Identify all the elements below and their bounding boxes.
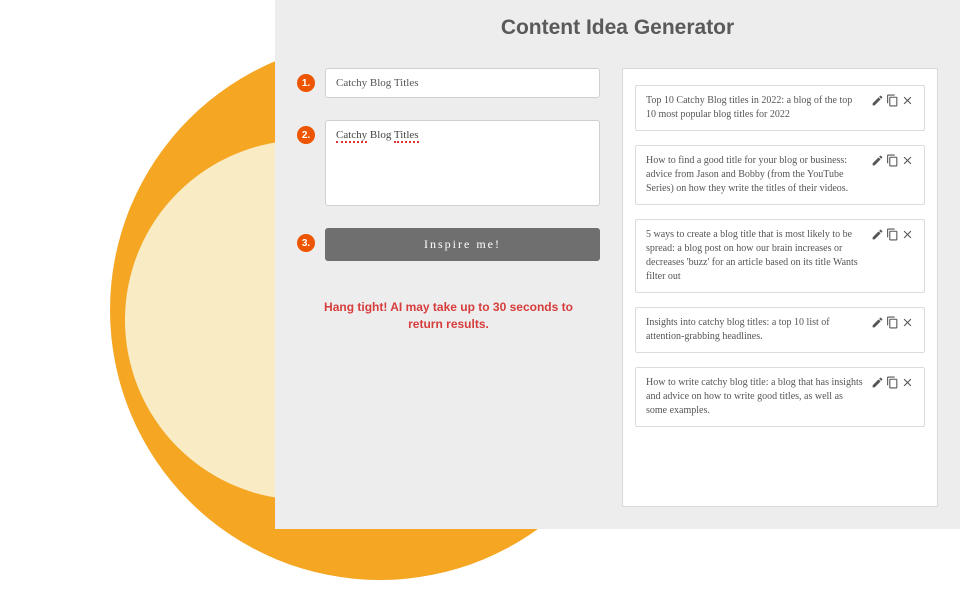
step-1-badge: 1. <box>297 74 315 92</box>
copy-icon[interactable] <box>886 376 899 389</box>
status-message: Hang tight! AI may take up to 30 seconds… <box>297 299 600 334</box>
step-3-badge: 3. <box>297 234 315 252</box>
results-column: Top 10 Catchy Blog titles in 2022: a blo… <box>622 68 938 507</box>
close-icon[interactable] <box>901 316 914 329</box>
step-3: 3. Inspire me! <box>297 228 600 261</box>
page-title: Content Idea Generator <box>297 16 938 40</box>
description-textarea[interactable]: Catchy Blog Titles <box>325 120 600 206</box>
edit-icon[interactable] <box>871 376 884 389</box>
textarea-word-1: Catchy <box>336 129 367 143</box>
step-2-badge: 2. <box>297 126 315 144</box>
result-card: 5 ways to create a blog title that is mo… <box>635 219 925 293</box>
result-actions <box>871 154 914 167</box>
edit-icon[interactable] <box>871 316 884 329</box>
result-actions <box>871 376 914 389</box>
inspire-button[interactable]: Inspire me! <box>325 228 600 261</box>
edit-icon[interactable] <box>871 154 884 167</box>
input-column: 1. 2. Catchy Blog Titles <box>297 68 600 507</box>
edit-icon[interactable] <box>871 228 884 241</box>
result-card: Insights into catchy blog titles: a top … <box>635 307 925 353</box>
result-card: How to find a good title for your blog o… <box>635 145 925 205</box>
topic-input[interactable] <box>325 68 600 98</box>
step-1: 1. <box>297 68 600 98</box>
result-card: Top 10 Catchy Blog titles in 2022: a blo… <box>635 85 925 131</box>
result-actions <box>871 228 914 241</box>
close-icon[interactable] <box>901 376 914 389</box>
result-text: How to write catchy blog title: a blog t… <box>646 376 863 418</box>
generator-panel: Content Idea Generator 1. 2. Catchy Blog <box>275 0 960 529</box>
result-text: 5 ways to create a blog title that is mo… <box>646 228 863 284</box>
result-text: Insights into catchy blog titles: a top … <box>646 316 863 344</box>
result-text: Top 10 Catchy Blog titles in 2022: a blo… <box>646 94 863 122</box>
textarea-word-3: Titles <box>394 129 419 143</box>
close-icon[interactable] <box>901 228 914 241</box>
textarea-word-2: Blog <box>370 129 394 141</box>
result-card: How to write catchy blog title: a blog t… <box>635 367 925 427</box>
close-icon[interactable] <box>901 94 914 107</box>
result-actions <box>871 316 914 329</box>
close-icon[interactable] <box>901 154 914 167</box>
copy-icon[interactable] <box>886 154 899 167</box>
result-actions <box>871 94 914 107</box>
step-2: 2. Catchy Blog Titles <box>297 120 600 206</box>
copy-icon[interactable] <box>886 94 899 107</box>
copy-icon[interactable] <box>886 316 899 329</box>
copy-icon[interactable] <box>886 228 899 241</box>
edit-icon[interactable] <box>871 94 884 107</box>
result-text: How to find a good title for your blog o… <box>646 154 863 196</box>
panel-body: 1. 2. Catchy Blog Titles <box>297 68 938 507</box>
